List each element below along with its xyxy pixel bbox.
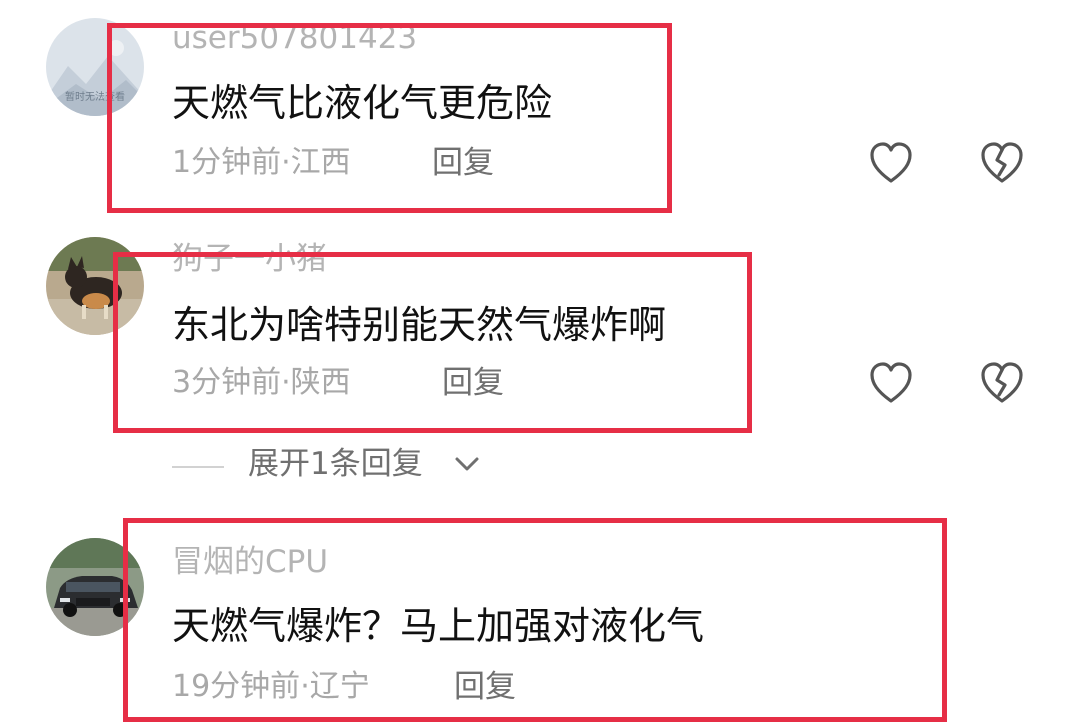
comment-text: 东北为啥特别能天然气爆炸啊 [172,303,667,347]
username[interactable]: 冒烟的CPU [172,547,328,578]
expand-replies-label: 展开1条回复 [248,446,423,482]
avatar-caption: 暂时无法查看 [65,92,125,103]
broken-heart-icon[interactable] [978,140,1026,188]
avatar[interactable] [46,538,144,636]
chevron-down-icon [454,455,480,477]
comment-time: 3分钟前 [172,365,282,400]
comment-meta: 19分钟前·辽宁 [172,672,370,702]
avatar[interactable] [46,237,144,335]
comment-text: 天燃气爆炸？马上加强对液化气 [172,604,705,648]
avatar[interactable]: 暂时无法查看 [46,18,144,116]
heart-outline-icon[interactable] [867,360,915,408]
username[interactable]: 狗子一小猪 [172,244,327,275]
meta-separator: · [281,145,291,180]
heart-outline-icon[interactable] [867,140,915,188]
meta-separator: · [281,365,291,400]
comment-meta: 1分钟前·江西 [172,148,351,178]
reply-button[interactable]: 回复 [432,148,494,179]
username[interactable]: user507801423 [172,23,417,54]
broken-heart-icon[interactable] [978,360,1026,408]
reply-button[interactable]: 回复 [442,368,504,399]
comment-text: 天燃气比液化气更危险 [172,81,553,125]
reply-button[interactable]: 回复 [454,672,516,703]
meta-separator: · [300,669,310,704]
comment-meta: 3分钟前·陕西 [172,368,351,398]
comment-time: 19分钟前 [172,669,301,704]
expand-divider [172,466,224,468]
comment-time: 1分钟前 [172,145,282,180]
comment-location: 辽宁 [309,669,370,704]
comment-location: 江西 [290,145,351,180]
comment-location: 陕西 [290,365,351,400]
